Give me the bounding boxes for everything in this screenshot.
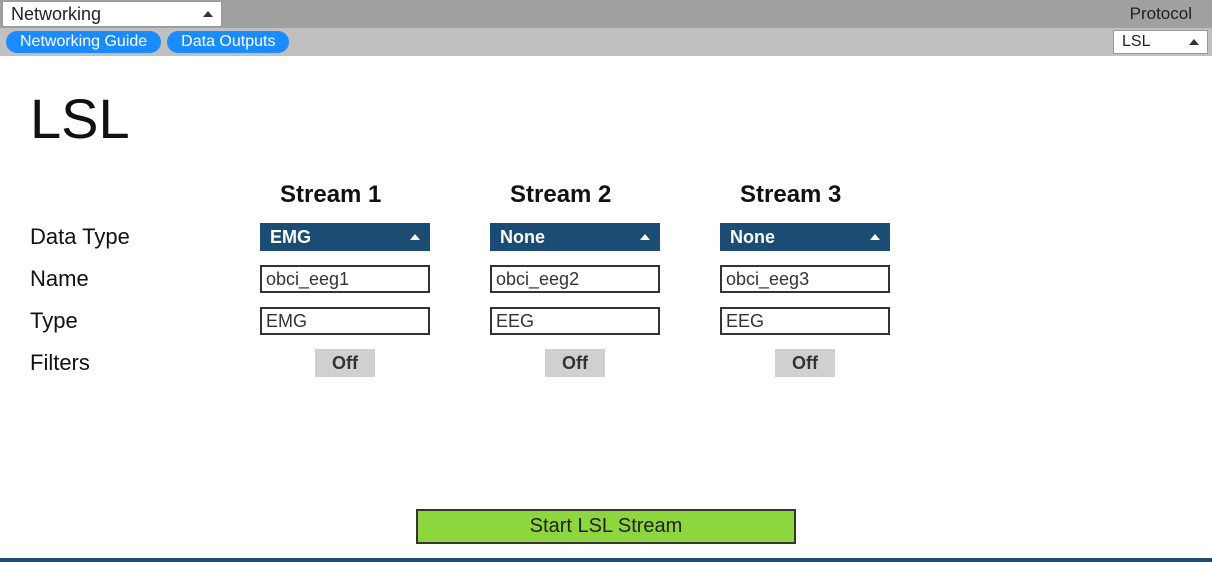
filters-toggle-2[interactable]: Off [545, 349, 605, 377]
data-type-select-2[interactable]: None [490, 223, 660, 251]
start-button-container: Start LSL Stream [0, 509, 1212, 544]
protocol-dropdown-label: LSL [1122, 33, 1150, 51]
pill-label: Data Outputs [181, 33, 275, 50]
protocol-label: Protocol [1130, 4, 1192, 24]
stream-header-2: Stream 2 [490, 181, 720, 209]
networking-guide-pill[interactable]: Networking Guide [6, 31, 161, 53]
row-label-type: Type [30, 308, 260, 334]
content-area: LSL Stream 1 Stream 2 Stream 3 Data Type… [0, 56, 1212, 377]
type-input-1[interactable] [260, 307, 430, 335]
pill-label: Networking Guide [20, 33, 147, 50]
name-input-1[interactable] [260, 265, 430, 293]
row-label-name: Name [30, 266, 260, 292]
data-outputs-pill[interactable]: Data Outputs [167, 31, 289, 53]
caret-up-icon [410, 234, 420, 240]
data-type-select-3[interactable]: None [720, 223, 890, 251]
filters-toggle-3[interactable]: Off [775, 349, 835, 377]
top-bar-title-row: Networking Protocol [0, 0, 1212, 28]
top-bar-pills-row: Networking Guide Data Outputs LSL [0, 28, 1212, 56]
type-input-3[interactable] [720, 307, 890, 335]
pill-group: Networking Guide Data Outputs [6, 31, 289, 53]
filters-toggle-1[interactable]: Off [315, 349, 375, 377]
data-type-value: None [730, 227, 775, 248]
caret-up-icon [203, 11, 213, 17]
caret-up-icon [870, 234, 880, 240]
type-input-2[interactable] [490, 307, 660, 335]
data-type-value: EMG [270, 227, 311, 248]
caret-up-icon [1189, 39, 1199, 45]
page-title: LSL [30, 86, 1182, 151]
caret-up-icon [640, 234, 650, 240]
protocol-dropdown[interactable]: LSL [1113, 30, 1208, 54]
stream-header-1: Stream 1 [260, 181, 490, 209]
name-input-3[interactable] [720, 265, 890, 293]
name-input-2[interactable] [490, 265, 660, 293]
row-label-data-type: Data Type [30, 224, 260, 250]
row-label-filters: Filters [30, 350, 260, 376]
streams-grid: Stream 1 Stream 2 Stream 3 Data Type EMG… [30, 181, 1182, 377]
stream-header-3: Stream 3 [720, 181, 950, 209]
bottom-border [0, 558, 1212, 562]
data-type-value: None [500, 227, 545, 248]
start-lsl-stream-button[interactable]: Start LSL Stream [416, 509, 796, 544]
networking-dropdown-label: Networking [11, 4, 101, 25]
networking-dropdown[interactable]: Networking [2, 1, 222, 27]
data-type-select-1[interactable]: EMG [260, 223, 430, 251]
